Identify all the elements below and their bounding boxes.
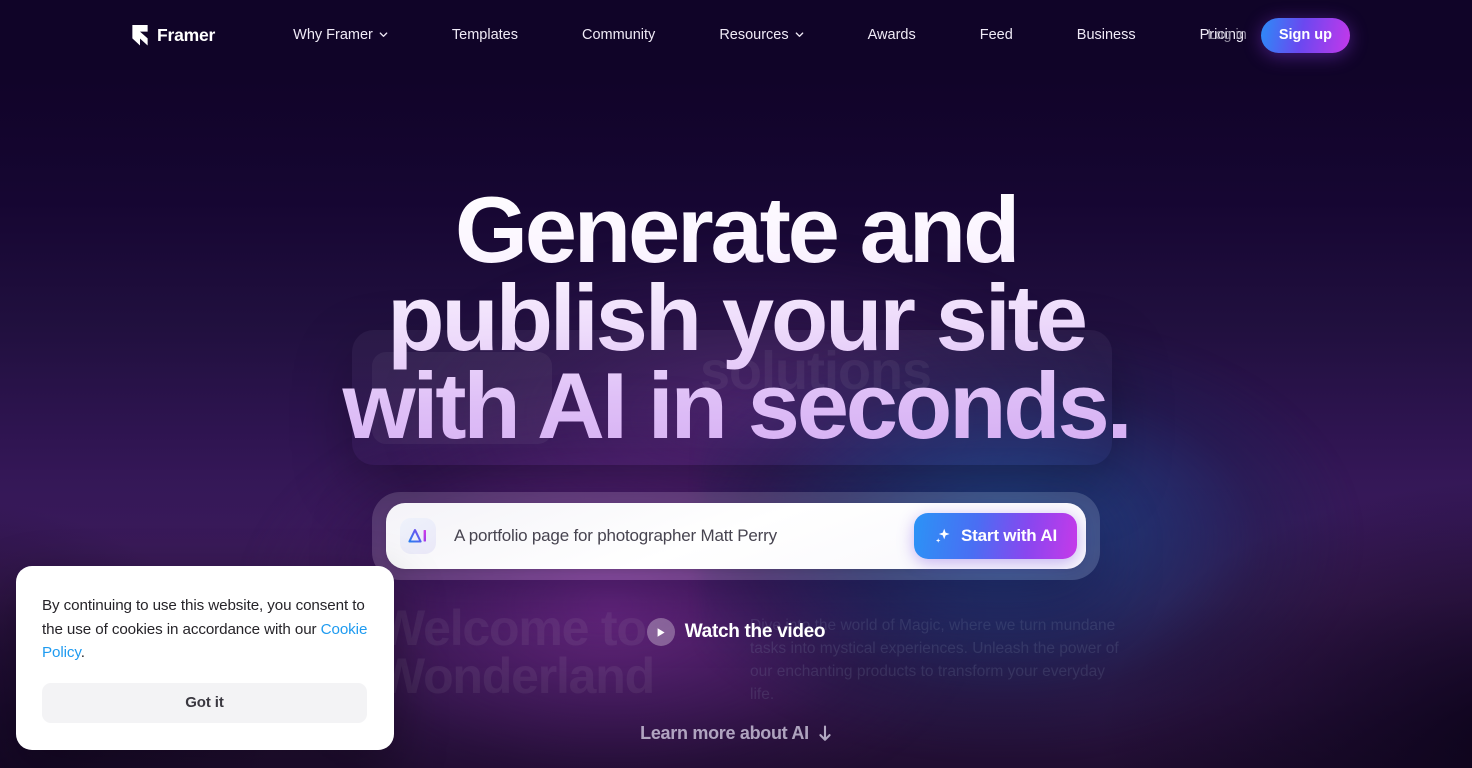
- nav-item-awards[interactable]: Awards: [868, 19, 916, 51]
- nav-item-feed[interactable]: Feed: [980, 19, 1013, 51]
- signup-button[interactable]: Sign up: [1260, 17, 1350, 53]
- nav-item-templates[interactable]: Templates: [452, 19, 518, 51]
- ai-glyph: [408, 529, 426, 543]
- ai-prompt-input[interactable]: A portfolio page for photographer Matt P…: [454, 526, 914, 546]
- play-icon: [646, 618, 675, 646]
- play-triangle-icon: [657, 627, 665, 637]
- sparkle-icon: [935, 528, 950, 543]
- nav-item-label: Awards: [867, 27, 916, 43]
- nav-item-why-framer[interactable]: Why Framer: [293, 19, 388, 51]
- brand-home-link[interactable]: Framer: [132, 24, 216, 46]
- framer-logo-icon: [132, 24, 148, 46]
- ai-icon: [400, 518, 436, 554]
- start-with-ai-button[interactable]: Start with AI: [914, 513, 1077, 559]
- nav-item-community[interactable]: Community: [582, 19, 655, 51]
- nav-item-label: Resources: [719, 27, 789, 43]
- nav-item-label: Why Framer: [293, 27, 373, 43]
- cookie-consent-banner: By continuing to use this website, you c…: [16, 566, 394, 750]
- cookie-banner-text: By continuing to use this website, you c…: [42, 594, 368, 665]
- nav-actions: Log in Sign up: [1207, 0, 1350, 70]
- start-with-ai-label: Start with AI: [961, 526, 1057, 545]
- cookie-accept-button[interactable]: Got it: [42, 682, 367, 723]
- ai-prompt-bar[interactable]: A portfolio page for photographer Matt P…: [386, 503, 1086, 569]
- chevron-down-icon: [379, 31, 388, 37]
- nav-item-business[interactable]: Business: [1077, 19, 1136, 51]
- cookie-text-before: By continuing to use this website, you c…: [42, 597, 365, 638]
- arrow-down-icon: [819, 725, 831, 741]
- ai-prompt-bar-container: A portfolio page for photographer Matt P…: [372, 492, 1100, 580]
- framer-landing-page: solutions Welcome to Wonderland Dive int…: [0, 0, 1472, 768]
- learn-more-label: Learn more about AI: [640, 723, 809, 743]
- watch-video-label: Watch the video: [684, 621, 826, 642]
- nav-item-label: Feed: [979, 27, 1013, 43]
- nav-item-label: Community: [581, 27, 656, 43]
- nav-item-resources[interactable]: Resources: [719, 19, 803, 51]
- top-navigation-bar: Framer Why Framer Templates Community Re…: [0, 0, 1472, 70]
- nav-item-label: Templates: [451, 27, 518, 43]
- brand-name: Framer: [157, 24, 216, 45]
- login-link[interactable]: Log in: [1207, 27, 1247, 43]
- chevron-down-icon: [795, 31, 803, 37]
- cookie-text-after: .: [80, 644, 85, 661]
- nav-links: Why Framer Templates Community Resources…: [293, 19, 1244, 51]
- nav-item-label: Business: [1076, 27, 1136, 43]
